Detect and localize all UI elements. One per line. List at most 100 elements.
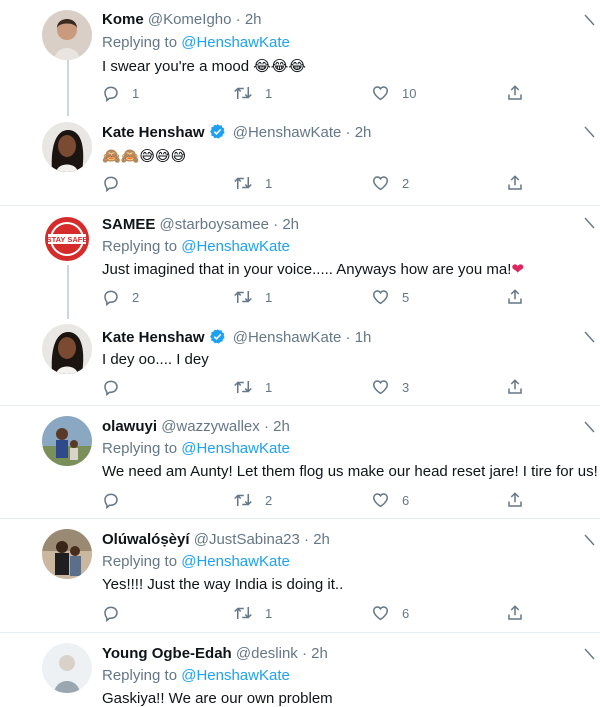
like-icon [372,493,389,508]
display-name[interactable]: Kome [102,11,144,28]
replying-to-label: Replying to [102,440,182,457]
display-name[interactable]: Young Ogbe-Edah [102,645,232,662]
retweet-icon [234,607,252,619]
retweet-button[interactable]: 1 [233,82,272,104]
avatar[interactable] [42,643,92,693]
more-icon[interactable] [582,647,596,661]
timestamp[interactable]: 2h [355,124,372,141]
replying-to: Replying to @HenshawKate [102,440,290,457]
display-name[interactable]: olawuyi [102,418,157,435]
timestamp[interactable]: 2h [273,418,290,435]
like-button[interactable]: 6 [371,602,409,624]
tweet[interactable]: Kome @KomeIgho · 2h Replying to @Henshaw… [0,0,600,112]
avatar[interactable] [42,324,92,374]
retweet-count: 1 [265,379,273,395]
separator-dot: · [273,216,279,233]
replying-to: Replying to @HenshawKate [102,34,290,51]
separator-dot: · [263,418,269,435]
user-handle[interactable]: @JustSabina23 [194,531,300,548]
tweet-text: We need am Aunty! Let them flog us make … [102,463,598,480]
mention-link[interactable]: @HenshawKate [181,440,290,457]
tweet-text-content: We need am Aunty! Let them flog us make … [102,463,598,480]
avatar[interactable] [42,122,92,172]
display-name[interactable]: Olúwalóṣèyí [102,531,190,548]
user-handle[interactable]: @KomeIgho [148,11,232,28]
share-button[interactable] [506,376,524,398]
user-handle[interactable]: @HenshawKate [233,124,342,141]
tweet[interactable]: Kate Henshaw @HenshawKate · 2h 🙈🙈😅😅😅 1 2 [0,112,600,206]
tweet-text-content: I dey oo.... I dey [102,351,209,368]
mention-link[interactable]: @HenshawKate [181,667,290,684]
share-button[interactable] [506,172,524,194]
reply-button[interactable] [102,602,120,624]
tweet[interactable]: STAY SAFE SAMEE @starboysamee · 2h Reply… [0,206,600,316]
reply-icon [104,176,118,192]
tweet-header: Olúwalóṣèyí @JustSabina23 · 2h [102,531,330,548]
avatar[interactable] [42,10,92,60]
tweet[interactable]: olawuyi @wazzywallex · 2h Replying to @H… [0,406,600,518]
tweet-actions: 1 2 [102,172,532,194]
timestamp[interactable]: 2h [311,645,328,662]
retweet-button[interactable]: 1 [233,286,272,308]
retweet-count: 1 [265,85,273,101]
share-button[interactable] [506,489,524,511]
retweet-button[interactable]: 1 [233,172,272,194]
retweet-button[interactable]: 1 [233,376,272,398]
like-button[interactable]: 5 [371,286,409,308]
timestamp[interactable]: 2h [245,11,262,28]
timestamp[interactable]: 2h [282,216,299,233]
share-button[interactable] [506,82,524,104]
reply-button[interactable] [102,489,120,511]
display-name[interactable]: Kate Henshaw [102,329,205,346]
tweet[interactable]: Kate Henshaw @HenshawKate · 1h I dey oo.… [0,316,600,406]
tweet[interactable]: Olúwalóṣèyí @JustSabina23 · 2h Replying … [0,519,600,631]
reply-button[interactable]: 1 [102,82,139,104]
tweet-text-content: Yes!!!! Just the way India is doing it.. [102,576,344,593]
reply-button[interactable] [102,376,120,398]
timestamp[interactable]: 1h [355,329,372,346]
separator-dot: · [235,11,241,28]
like-count: 10 [402,85,417,101]
user-handle[interactable]: @starboysamee [160,216,269,233]
replying-to: Replying to @HenshawKate [102,238,290,255]
display-name[interactable]: SAMEE [102,216,155,233]
avatar[interactable]: STAY SAFE [42,214,92,264]
like-count: 3 [402,379,410,395]
share-button[interactable] [506,602,524,624]
avatar[interactable] [42,529,92,579]
tweet-text: I dey oo.... I dey [102,351,209,368]
more-icon[interactable] [582,533,596,547]
more-icon[interactable] [582,420,596,434]
like-icon [372,86,389,101]
tweet-text-content: I swear you're a mood [102,58,250,75]
more-icon[interactable] [582,125,596,139]
reply-button[interactable] [102,172,120,194]
share-icon [508,492,522,507]
display-name[interactable]: Kate Henshaw [102,124,205,141]
tweet-header: Kome @KomeIgho · 2h [102,11,262,28]
like-button[interactable]: 3 [371,376,409,398]
user-handle[interactable]: @deslink [236,645,298,662]
mention-link[interactable]: @HenshawKate [181,553,290,570]
user-handle[interactable]: @wazzywallex [161,418,260,435]
retweet-button[interactable]: 2 [233,489,272,511]
user-handle[interactable]: @HenshawKate [233,329,342,346]
retweet-button[interactable]: 1 [233,602,272,624]
tweet-text: Gaskiya!! We are our own problem [102,690,333,707]
timestamp[interactable]: 2h [313,531,330,548]
retweet-count: 2 [265,492,273,508]
reply-count: 1 [132,85,140,101]
like-button[interactable]: 6 [371,489,409,511]
reply-button[interactable]: 2 [102,286,139,308]
mention-link[interactable]: @HenshawKate [181,34,290,51]
more-icon[interactable] [582,216,596,230]
more-icon[interactable] [582,13,596,27]
mention-link[interactable]: @HenshawKate [181,238,290,255]
retweet-count: 1 [265,175,273,191]
tweet[interactable]: Young Ogbe-Edah @deslink · 2h Replying t… [0,633,600,707]
avatar[interactable] [42,416,92,466]
share-button[interactable] [506,286,524,308]
more-icon[interactable] [582,330,596,344]
like-button[interactable]: 2 [371,172,409,194]
like-button[interactable]: 10 [371,82,416,104]
